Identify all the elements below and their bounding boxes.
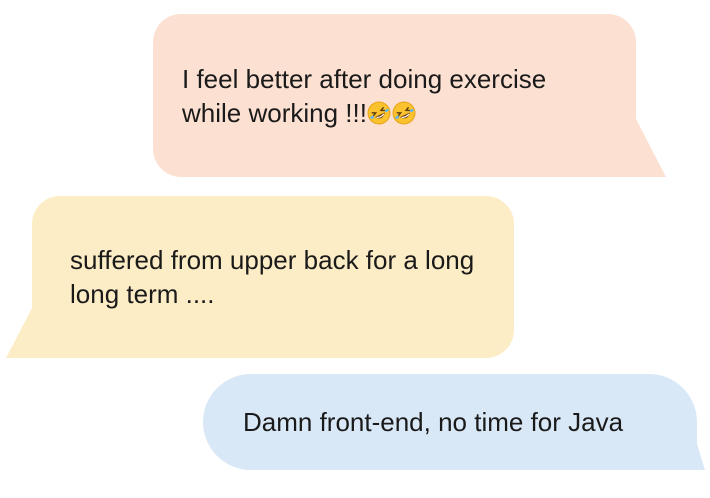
message-bubble-3: Damn front-end, no time for Java <box>203 374 705 470</box>
message-text-1: I feel better after doing exercise while… <box>182 64 547 128</box>
message-text-2: suffered from upper back for a long long… <box>70 245 475 309</box>
message-text-3: Damn front-end, no time for Java <box>243 407 624 437</box>
bubble-tail-right <box>636 119 666 177</box>
rolling-on-floor-laughing-emoji-icon <box>392 99 416 125</box>
rolling-on-floor-laughing-emoji-icon <box>367 99 391 125</box>
message-bubble-2: suffered from upper back for a long long… <box>6 196 514 358</box>
bubble-tail-left <box>6 308 32 358</box>
bubble-tail-right <box>697 444 705 470</box>
message-bubble-1: I feel better after doing exercise while… <box>153 14 666 177</box>
